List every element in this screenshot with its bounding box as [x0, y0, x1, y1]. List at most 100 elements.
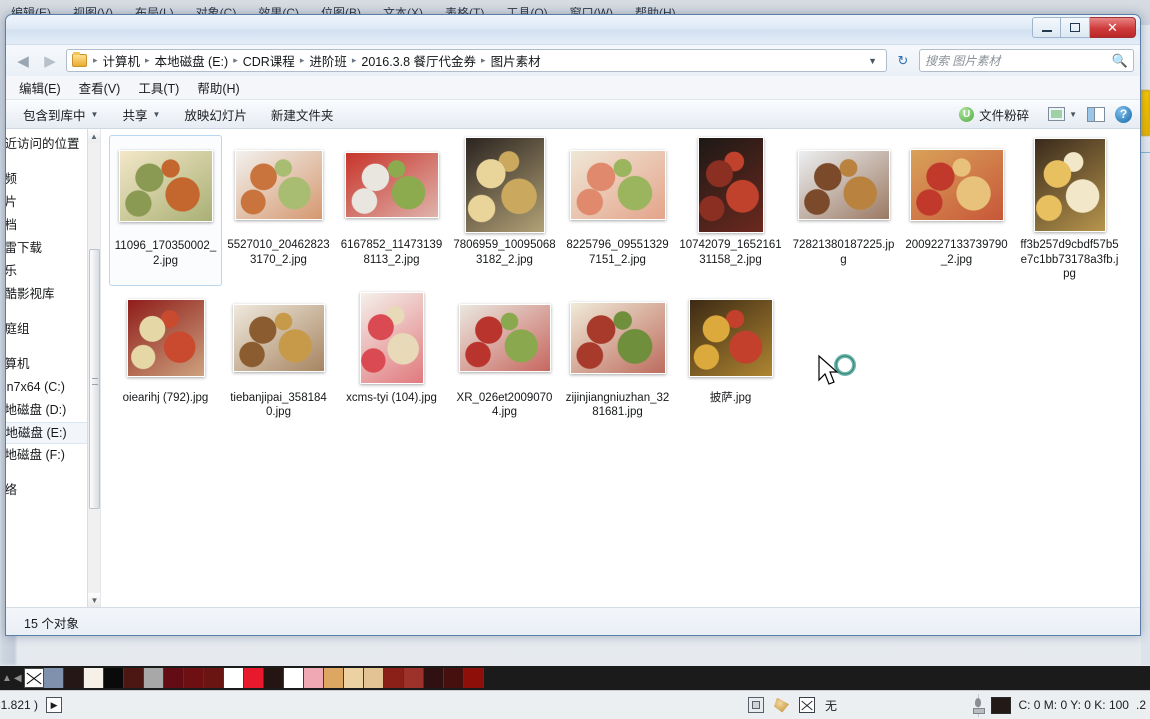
minimize-button[interactable] — [1032, 17, 1061, 38]
nav-item-13[interactable]: 本地磁盘 (D:) — [6, 399, 100, 422]
nav-scroll-thumb[interactable] — [89, 249, 100, 509]
nav-item-3[interactable]: 图片 — [6, 191, 100, 214]
palette-swatch-16[interactable] — [363, 668, 384, 688]
search-input[interactable]: 搜索 图片素材 🔍 — [919, 49, 1134, 72]
palette-swatch-20[interactable] — [443, 668, 464, 688]
color-palette[interactable]: ▲ ◀ — [0, 666, 1150, 690]
refresh-button[interactable]: ↻ — [892, 50, 914, 72]
maximize-button[interactable] — [1061, 17, 1090, 38]
breadcrumb-item-4[interactable]: 2016.3.8 餐厅代金券 — [358, 51, 479, 70]
explorer-titlebar[interactable]: ✕ — [6, 15, 1140, 45]
explorer-menu-item-1[interactable]: 查看(V) — [71, 76, 129, 99]
nav-item-5[interactable]: 迅雷下载 — [6, 237, 100, 260]
file-item[interactable]: 5527010_204628233170_2.jpg — [222, 135, 335, 286]
file-item[interactable]: 披萨.jpg — [674, 288, 787, 424]
nav-item-4[interactable]: 文档 — [6, 214, 100, 237]
nav-item-15[interactable]: 本地磁盘 (F:) — [6, 444, 100, 467]
command-button-0[interactable]: 包含到库中 ▼ — [14, 102, 107, 127]
palette-swatch-8[interactable] — [203, 668, 224, 688]
file-item[interactable]: 72821380187225.jpg — [787, 135, 900, 286]
forward-button[interactable]: ▶ — [39, 50, 61, 72]
explorer-menu-item-3[interactable]: 帮助(H) — [189, 76, 247, 99]
palette-swatch-21[interactable] — [463, 668, 484, 688]
chevron-down-icon[interactable]: ▼ — [1069, 110, 1077, 119]
file-item[interactable]: 11096_170350002_2.jpg — [109, 135, 222, 286]
breadcrumb-item-3[interactable]: 进阶班 — [306, 51, 350, 70]
file-item[interactable]: xcms-tyi (104).jpg — [335, 288, 448, 424]
palette-swatch-11[interactable] — [263, 668, 284, 688]
palette-up-icon[interactable]: ▲ — [2, 673, 12, 684]
fill-icon[interactable] — [774, 697, 789, 713]
file-item[interactable]: 6167852_114731398113_2.jpg — [335, 135, 448, 286]
nav-item-0[interactable]: 最近访问的位置 — [6, 133, 100, 156]
palette-swatch-7[interactable] — [183, 668, 204, 688]
palette-left-icon[interactable]: ◀ — [14, 673, 22, 684]
nav-item-12[interactable]: Win7x64 (C:) — [6, 376, 100, 399]
back-button[interactable]: ◀ — [12, 50, 34, 72]
breadcrumb-item-1[interactable]: 本地磁盘 (E:) — [152, 51, 232, 70]
palette-scroll-arrows[interactable]: ▲ ◀ — [0, 673, 24, 684]
explorer-menubar[interactable]: 编辑(E) 查看(V) 工具(T) 帮助(H) — [6, 76, 1140, 99]
file-item[interactable]: oiearihj (792).jpg — [109, 288, 222, 424]
nav-item-11[interactable]: 计算机 — [6, 353, 100, 376]
palette-swatch-6[interactable] — [163, 668, 184, 688]
file-item[interactable]: tiebanjipai_3581840.jpg — [222, 288, 335, 424]
breadcrumb[interactable]: ▸ 计算机 ▸ 本地磁盘 (E:) ▸ CDR课程 ▸ 进阶班 ▸ 2016.3.8 餐厅代金券 ▸… — [91, 51, 544, 70]
navigation-scrollbar[interactable]: ▲ ▼ — [87, 129, 100, 607]
nav-item-9[interactable]: 家庭组 — [6, 318, 100, 341]
file-item[interactable]: ff3b257d9cbdf57b5e7c1bb73178a3fb.jpg — [1013, 135, 1126, 286]
explorer-menu-item-0[interactable]: 编辑(E) — [11, 76, 69, 99]
file-item[interactable]: 2009227133739790_2.jpg — [900, 135, 1013, 286]
address-bar[interactable]: ▸ 计算机 ▸ 本地磁盘 (E:) ▸ CDR课程 ▸ 进阶班 ▸ 2016.3.8 餐厅代金券 ▸… — [66, 49, 887, 72]
nav-scroll-up-icon[interactable]: ▲ — [88, 129, 100, 143]
palette-swatch-12[interactable] — [283, 668, 304, 688]
palette-swatch-10[interactable] — [243, 668, 264, 688]
file-item[interactable]: XR_026et20090704.jpg — [448, 288, 561, 424]
view-options-button[interactable]: ▼ — [1048, 107, 1077, 121]
nav-item-2[interactable]: 视频 — [6, 168, 100, 191]
chevron-down-icon[interactable]: ▼ — [91, 110, 99, 119]
nav-scroll-down-icon[interactable]: ▼ — [88, 593, 100, 607]
breadcrumb-item-5[interactable]: 图片素材 — [488, 51, 544, 70]
nav-item-14[interactable]: 本地磁盘 (E:) — [6, 422, 100, 444]
swatch-none[interactable] — [23, 668, 44, 688]
palette-swatch-9[interactable] — [223, 668, 244, 688]
file-item[interactable]: 8225796_095513297151_2.jpg — [561, 135, 674, 286]
file-item[interactable]: zijinjiangniuzhan_3281681.jpg — [561, 288, 674, 424]
palette-swatch-1[interactable] — [63, 668, 84, 688]
nav-item-17[interactable]: 网络 — [6, 479, 100, 502]
breadcrumb-item-2[interactable]: CDR课程 — [240, 51, 298, 70]
search-icon[interactable]: 🔍 — [1112, 53, 1128, 69]
file-shred-button[interactable]: U 文件粉碎 — [950, 102, 1038, 127]
palette-swatch-0[interactable] — [43, 668, 64, 688]
outline-color-swatch[interactable] — [991, 696, 1012, 714]
palette-swatch-18[interactable] — [403, 668, 424, 688]
palette-swatch-13[interactable] — [303, 668, 324, 688]
close-button[interactable]: ✕ — [1090, 17, 1136, 38]
file-item[interactable]: 10742079_165216131158_2.jpg — [674, 135, 787, 286]
palette-swatch-5[interactable] — [143, 668, 164, 688]
command-button-1[interactable]: 共享 ▼ — [113, 102, 169, 127]
command-button-3[interactable]: 新建文件夹 — [262, 102, 343, 127]
palette-swatch-2[interactable] — [83, 668, 104, 688]
palette-swatch-14[interactable] — [323, 668, 344, 688]
breadcrumb-item-0[interactable]: 计算机 — [100, 51, 144, 70]
file-list-pane[interactable]: 11096_170350002_2.jpg 5527010_20462823317… — [101, 129, 1140, 607]
palette-swatch-15[interactable] — [343, 668, 364, 688]
command-button-2[interactable]: 放映幻灯片 — [175, 102, 256, 127]
play-button[interactable]: ▶ — [46, 697, 63, 713]
palette-swatch-19[interactable] — [423, 668, 444, 688]
palette-swatch-3[interactable] — [103, 668, 124, 688]
nav-item-6[interactable]: 音乐 — [6, 260, 100, 283]
outline-pen-icon[interactable] — [972, 697, 986, 714]
palette-swatch-17[interactable] — [383, 668, 404, 688]
object-properties-icon[interactable] — [748, 697, 764, 713]
address-dropdown-icon[interactable]: ▼ — [862, 56, 883, 66]
file-item[interactable]: 7806959_100950683182_2.jpg — [448, 135, 561, 286]
help-icon[interactable]: ? — [1115, 105, 1132, 123]
chevron-down-icon[interactable]: ▼ — [152, 110, 160, 119]
preview-pane-icon[interactable] — [1087, 106, 1105, 122]
palette-swatch-4[interactable] — [123, 668, 144, 688]
nav-item-7[interactable]: 优酷影视库 — [6, 283, 100, 306]
explorer-menu-item-2[interactable]: 工具(T) — [130, 76, 187, 99]
